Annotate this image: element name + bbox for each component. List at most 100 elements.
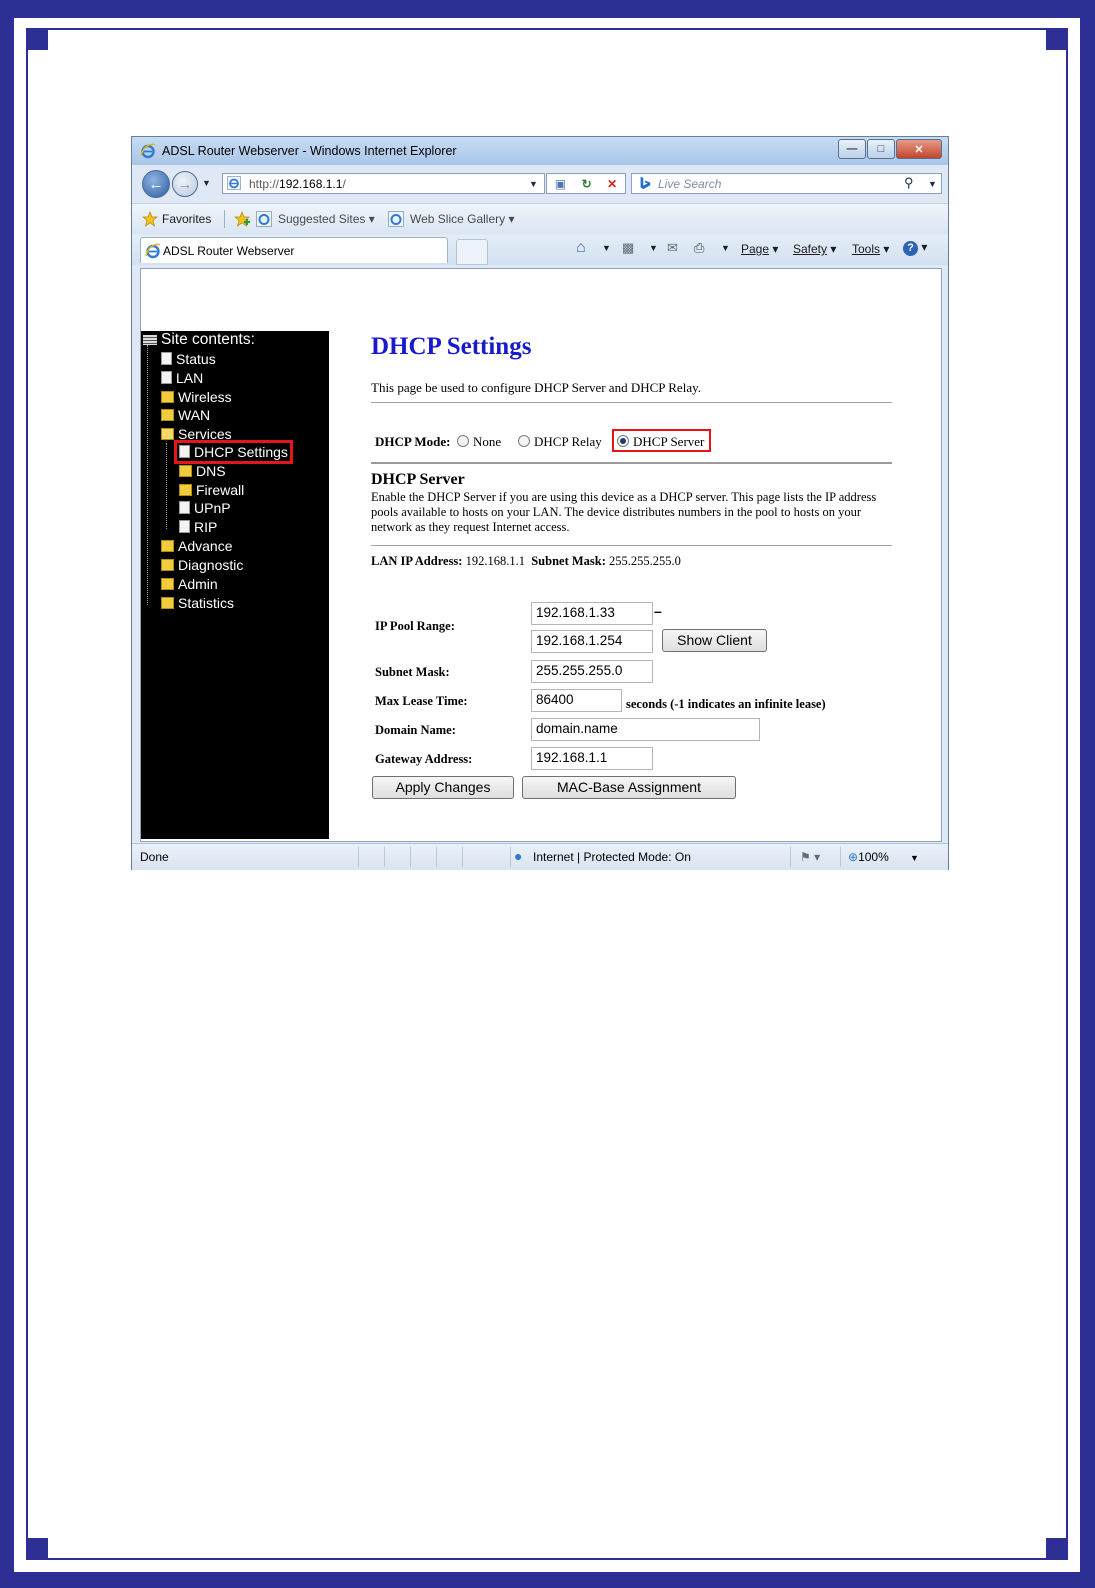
subnet-mask-label: Subnet Mask: bbox=[375, 665, 450, 679]
minimize-button[interactable]: — bbox=[838, 139, 866, 159]
close-window-button[interactable]: ✕ bbox=[896, 139, 942, 159]
status-separator-4 bbox=[436, 847, 437, 867]
tree-item-upnp[interactable]: UPnP bbox=[179, 499, 231, 517]
page-menu[interactable]: Page ▾ bbox=[741, 242, 778, 256]
domain-name-label: Domain Name: bbox=[375, 723, 456, 737]
search-options-icon[interactable]: ▼ bbox=[928, 179, 937, 189]
frame-corner-tr-v bbox=[1080, 0, 1095, 52]
admin-folder-icon bbox=[161, 578, 174, 590]
tree-item-statistics[interactable]: Statistics bbox=[161, 594, 234, 612]
tree-item-status[interactable]: Status bbox=[161, 350, 216, 368]
print-icon[interactable]: ⎙ bbox=[694, 240, 704, 256]
ip-pool-start-input[interactable]: 192.168.1.33 bbox=[531, 602, 653, 625]
stop-icon[interactable]: ✕ bbox=[607, 177, 617, 191]
home-dropdown-icon[interactable]: ▼ bbox=[602, 243, 611, 253]
tools-menu[interactable]: Tools ▾ bbox=[852, 242, 889, 256]
safety-menu[interactable]: Safety ▾ bbox=[793, 242, 836, 256]
frame-corner-br-v bbox=[1080, 1536, 1095, 1588]
radio-dhcp-server[interactable] bbox=[617, 435, 629, 447]
zoom-dropdown-icon[interactable]: ▼ bbox=[910, 853, 919, 863]
refresh-icon[interactable]: ↻ bbox=[582, 177, 592, 191]
site-tree: Site contents: Status LAN Wireless WAN S… bbox=[141, 331, 329, 839]
feeds-dropdown-icon[interactable]: ▼ bbox=[649, 243, 658, 253]
max-lease-time-label: Max Lease Time: bbox=[375, 694, 468, 708]
tree-label-services: Services bbox=[178, 426, 232, 442]
radio-none[interactable] bbox=[457, 435, 469, 447]
mac-base-assignment-button[interactable]: MAC-Base Assignment bbox=[522, 776, 736, 799]
zoom-icon: ⊕ bbox=[848, 850, 859, 864]
tree-item-advance[interactable]: Advance bbox=[161, 537, 232, 555]
web-slice-gallery-link[interactable]: Web Slice Gallery ▾ bbox=[410, 212, 515, 226]
tree-label-statistics: Statistics bbox=[178, 595, 235, 611]
radio-none-label: None bbox=[473, 434, 502, 449]
ip-pool-dash: – bbox=[654, 603, 662, 619]
new-tab-button[interactable] bbox=[456, 239, 488, 265]
ip-pool-end-input[interactable]: 192.168.1.254 bbox=[531, 630, 653, 653]
tree-item-wireless[interactable]: Wireless bbox=[161, 388, 232, 406]
search-input[interactable]: Live Search ⚲ ▼ bbox=[631, 173, 942, 194]
status-text: Done bbox=[140, 850, 169, 864]
frame-left-bar bbox=[0, 52, 14, 1536]
tree-item-lan[interactable]: LAN bbox=[161, 369, 203, 387]
address-bar[interactable]: http://192.168.1.1/ ▼ bbox=[222, 173, 545, 194]
tab-row: ADSL Router Webserver ⌂ ▼ ▩ ▼ ✉ ⎙ ▼ Page… bbox=[132, 235, 948, 265]
address-scheme: http:// bbox=[249, 177, 280, 191]
tree-label-rip: RIP bbox=[194, 519, 218, 535]
advance-folder-icon bbox=[161, 540, 174, 552]
tree-item-dns[interactable]: DNS bbox=[179, 462, 226, 480]
lan-page-icon bbox=[161, 371, 172, 384]
protected-mode-icon[interactable]: ⚑ ▾ bbox=[800, 850, 820, 864]
tree-item-admin[interactable]: Admin bbox=[161, 575, 218, 593]
favorites-star-icon[interactable] bbox=[142, 211, 158, 227]
page-description: This page be used to configure DHCP Serv… bbox=[371, 380, 701, 395]
radio-dhcp-relay[interactable] bbox=[518, 435, 530, 447]
add-favorites-icon[interactable] bbox=[234, 211, 250, 227]
browser-window: ADSL Router Webserver - Windows Internet… bbox=[131, 136, 949, 870]
gateway-address-label: Gateway Address: bbox=[375, 752, 473, 766]
tree-item-diagnostic[interactable]: Diagnostic bbox=[161, 556, 243, 574]
subnet-mask-input[interactable]: 255.255.255.0 bbox=[531, 660, 653, 683]
tree-item-services[interactable]: Services bbox=[161, 425, 232, 443]
tree-item-wan[interactable]: WAN bbox=[161, 406, 210, 424]
tree-root: Site contents: bbox=[143, 331, 255, 349]
max-lease-time-input[interactable]: 86400 bbox=[531, 689, 622, 712]
maximize-button[interactable]: □ bbox=[867, 139, 895, 159]
tree-label-lan: LAN bbox=[176, 370, 204, 386]
zoom-level: 100% bbox=[858, 850, 889, 864]
show-client-button[interactable]: Show Client bbox=[662, 629, 767, 652]
zoom-control[interactable]: ⊕100% bbox=[848, 850, 889, 864]
safety-menu-label: Safety bbox=[793, 242, 828, 256]
back-button[interactable]: ← bbox=[142, 170, 170, 198]
tab-ie-icon bbox=[145, 243, 161, 259]
favorites-button[interactable]: Favorites bbox=[162, 212, 211, 226]
tab-adsl-router[interactable]: ADSL Router Webserver bbox=[140, 237, 448, 263]
search-icon[interactable]: ⚲ bbox=[904, 175, 914, 191]
compatibility-view-icon[interactable]: ▣ bbox=[555, 177, 566, 191]
apply-changes-button[interactable]: Apply Changes bbox=[372, 776, 514, 799]
wan-folder-icon bbox=[161, 409, 174, 421]
suggested-sites-icon bbox=[256, 211, 272, 227]
suggested-sites-link[interactable]: Suggested Sites ▾ bbox=[278, 212, 375, 226]
firewall-folder-icon bbox=[179, 484, 192, 496]
tree-item-firewall[interactable]: Firewall bbox=[179, 481, 244, 499]
read-mail-icon[interactable]: ✉ bbox=[667, 240, 678, 256]
dhcp-mode-label: DHCP Mode: bbox=[375, 434, 451, 449]
status-separator-6 bbox=[510, 847, 511, 867]
tree-label-diagnostic: Diagnostic bbox=[178, 557, 244, 573]
address-dropdown-icon[interactable]: ▼ bbox=[529, 179, 538, 189]
security-zone[interactable]: Internet | Protected Mode: On bbox=[533, 850, 691, 864]
title-bar: ADSL Router Webserver - Windows Internet… bbox=[132, 137, 948, 165]
services-open-folder-icon bbox=[161, 428, 174, 440]
diagnostic-folder-icon bbox=[161, 559, 174, 571]
tree-item-rip[interactable]: RIP bbox=[179, 518, 217, 536]
home-icon[interactable]: ⌂ bbox=[576, 239, 586, 257]
recent-pages-arrow-icon[interactable]: ▼ bbox=[202, 178, 211, 188]
ip-pool-range-label: IP Pool Range: bbox=[375, 619, 455, 633]
domain-name-input[interactable]: domain.name bbox=[531, 718, 760, 741]
forward-button[interactable]: → bbox=[172, 171, 198, 197]
help-icon[interactable]: ? ▾ bbox=[903, 240, 927, 256]
tree-item-dhcp-settings[interactable]: DHCP Settings bbox=[174, 440, 293, 464]
feeds-icon[interactable]: ▩ bbox=[622, 240, 634, 256]
print-dropdown-icon[interactable]: ▼ bbox=[721, 243, 730, 253]
gateway-address-input[interactable]: 192.168.1.1 bbox=[531, 747, 653, 770]
